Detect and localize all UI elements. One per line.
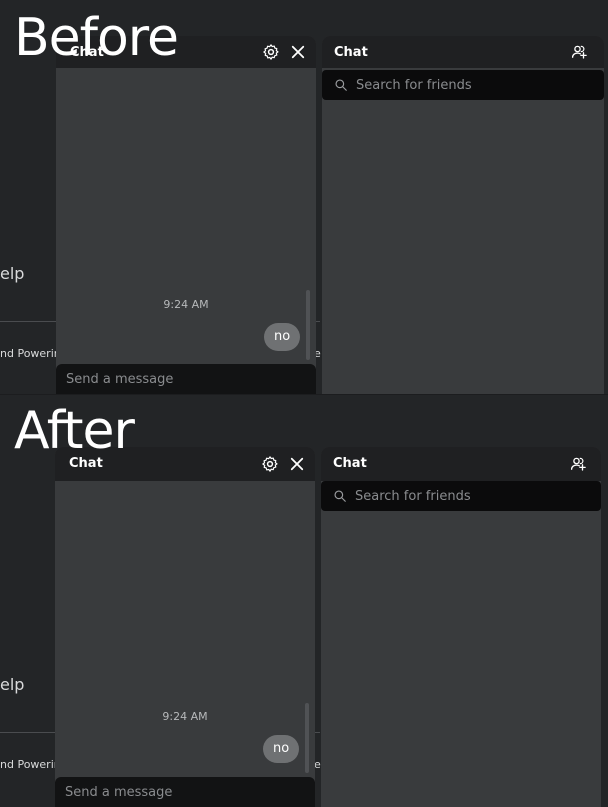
footer-text-fragment: nd Powerin — [0, 758, 61, 771]
scrollbar[interactable] — [306, 290, 310, 360]
close-icon[interactable] — [288, 455, 306, 473]
message-input[interactable]: Send a message — [56, 364, 316, 394]
help-text-fragment[interactable]: elp — [0, 264, 24, 283]
message-timestamp: 9:24 AM — [162, 710, 208, 723]
footer-text-fragment: nd Powerin — [0, 347, 61, 360]
message-input[interactable]: Send a message — [55, 777, 315, 807]
friends-panel-header: Chat — [321, 447, 601, 481]
message-timestamp: 9:24 AM — [163, 298, 209, 311]
add-friend-icon[interactable] — [570, 43, 588, 61]
before-screenshot: Before elp nd Powerin i e Chat 9:24 AM n… — [0, 0, 608, 394]
add-friend-icon[interactable] — [569, 455, 587, 473]
message-input-placeholder: Send a message — [65, 785, 173, 800]
search-placeholder: Search for friends — [355, 489, 471, 504]
after-caption: After — [14, 401, 135, 461]
friends-panel-title: Chat — [334, 45, 368, 60]
gear-icon[interactable] — [261, 455, 279, 473]
message-bubble: no — [264, 323, 301, 351]
chat-window: Chat 9:24 AM no Send a message — [55, 447, 315, 807]
chat-window: Chat 9:24 AM no Send a message — [56, 36, 316, 394]
help-text-fragment[interactable]: elp — [0, 675, 24, 694]
friends-panel: Chat Search for friends — [322, 36, 604, 394]
friends-panel-header: Chat — [322, 36, 604, 68]
scrollbar[interactable] — [305, 703, 309, 773]
search-icon — [334, 78, 348, 92]
message-bubble: no — [263, 735, 300, 763]
before-caption: Before — [14, 8, 179, 68]
partial-text-right-small: e — [314, 758, 321, 771]
close-icon[interactable] — [289, 43, 307, 61]
friends-panel: Chat Search for friends — [321, 447, 601, 807]
after-screenshot: After elp nd Powerin i e Chat 9:24 AM no… — [0, 394, 608, 807]
friend-search-input[interactable]: Search for friends — [321, 481, 601, 511]
search-placeholder: Search for friends — [356, 78, 472, 93]
friend-search-input[interactable]: Search for friends — [322, 70, 604, 100]
message-input-placeholder: Send a message — [66, 372, 174, 387]
gear-icon[interactable] — [262, 43, 280, 61]
friends-panel-title: Chat — [333, 456, 367, 471]
search-icon — [333, 489, 347, 503]
